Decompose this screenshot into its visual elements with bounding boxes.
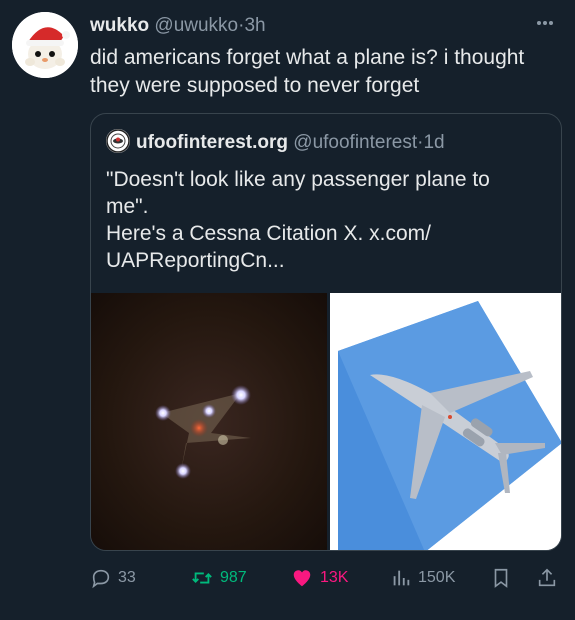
quoted-text: "Doesn't look like any passenger plane t…	[106, 166, 546, 274]
reply-icon	[92, 569, 110, 589]
quoted-media[interactable]	[91, 293, 561, 550]
author-handle[interactable]: @uwukko	[154, 15, 238, 36]
tweet[interactable]: wukko @uwukko·3h did americans forget wh…	[0, 0, 575, 620]
quoted-tweet[interactable]: ufoofinterest.org @ufoofinterest·1d "Doe…	[90, 113, 562, 551]
repost-icon	[192, 572, 212, 584]
night-sky-photo[interactable]	[91, 293, 327, 550]
views-icon	[393, 570, 410, 586]
tweet-header: wukko @uwukko·3h	[90, 14, 563, 38]
share-button[interactable]	[536, 564, 558, 592]
tweet-text: did americans forget what a plane is? i …	[90, 46, 525, 97]
repost-count: 987	[220, 569, 247, 586]
bookmark-icon	[494, 568, 508, 588]
quoted-text-line: me".	[106, 195, 149, 218]
author-name[interactable]: wukko	[90, 15, 149, 36]
tweet-time[interactable]: 3h	[244, 15, 265, 36]
quoted-link[interactable]: x.com/	[369, 222, 431, 245]
quoted-text-line[interactable]: UAPReportingCn...	[106, 247, 546, 274]
quoted-avatar[interactable]	[106, 128, 130, 153]
author-avatar[interactable]	[12, 12, 78, 78]
views-button[interactable]: 150K	[390, 564, 455, 592]
reply-button[interactable]: 33	[90, 564, 136, 592]
quoted-author-handle[interactable]: @ufoofinterest	[293, 132, 417, 153]
quoted-time[interactable]: 1d	[423, 132, 444, 153]
quoted-author-name[interactable]: ufoofinterest.org	[136, 132, 288, 153]
repost-button[interactable]: 987	[190, 564, 247, 592]
quoted-text-line: "Doesn't look like any passenger plane t…	[106, 168, 490, 191]
reply-count: 33	[118, 569, 136, 586]
share-icon	[538, 568, 556, 587]
views-count: 150K	[418, 569, 456, 586]
quoted-header: ufoofinterest.org @ufoofinterest·1d	[106, 128, 445, 156]
quoted-text-line: Here's a Cessna Citation X. x.com/	[106, 220, 546, 247]
like-icon	[293, 570, 311, 587]
action-bar: 33 987 13K 150K	[90, 564, 560, 592]
more-icon[interactable]	[537, 12, 561, 32]
quoted-text-segment: Here's a Cessna Citation X.	[106, 222, 364, 245]
cessna-plane-photo[interactable]	[330, 293, 561, 550]
bookmark-button[interactable]	[490, 564, 512, 592]
like-count: 13K	[320, 569, 349, 586]
like-button[interactable]: 13K	[290, 564, 348, 592]
